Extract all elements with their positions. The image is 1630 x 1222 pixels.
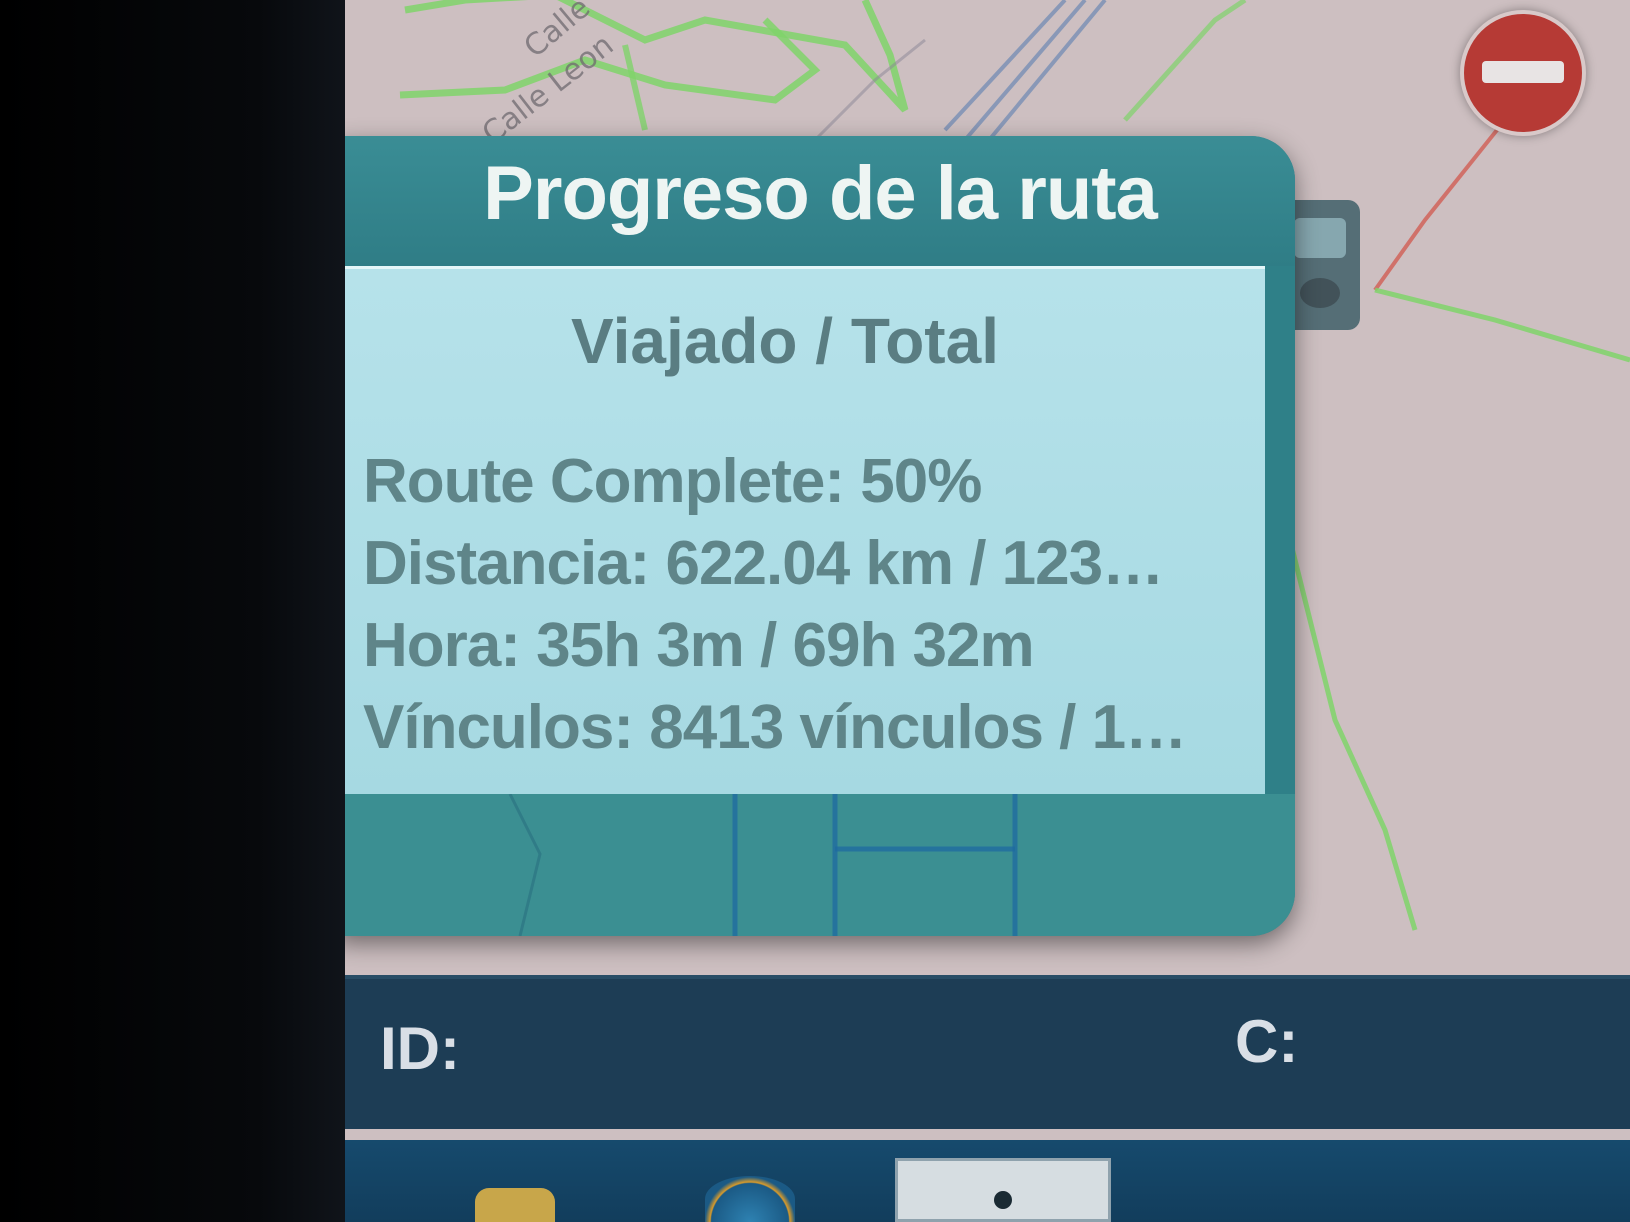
route-progress-dialog[interactable]: Progreso de la ruta Viajado / Total Rout… (345, 136, 1295, 936)
globe-icon[interactable] (705, 1176, 795, 1222)
no-entry-bar (1482, 61, 1564, 83)
map-window-dot (994, 1191, 1012, 1209)
dialog-body: Viajado / Total Route Complete: 50% Dist… (345, 266, 1265, 797)
dialog-footer[interactable] (345, 794, 1295, 936)
time-line: Hora: 35h 3m / 69h 32m (363, 611, 1035, 680)
vehicle-wheel (1300, 278, 1340, 308)
c-label: C: (1235, 1008, 1299, 1075)
map-window-icon[interactable] (895, 1158, 1111, 1222)
traveled-total-heading: Viajado / Total (571, 305, 999, 377)
links-line: Vínculos: 8413 vínculos / 1… (363, 693, 1187, 762)
dialog-header: Progreso de la ruta (345, 136, 1295, 266)
no-entry-icon[interactable] (1460, 10, 1586, 136)
footer-map-preview (508, 794, 1018, 936)
route-stats: Route Complete: 50% Distancia: 622.04 km… (363, 441, 1243, 769)
folder-icon[interactable] (475, 1188, 555, 1222)
device-bezel (0, 0, 345, 1222)
device-screen: Calle Calle Leon Progreso de la ruta Via… (345, 0, 1630, 1222)
dialog-title: Progreso de la ruta (483, 151, 1158, 236)
id-label: ID: (380, 1015, 460, 1082)
vehicle-window (1294, 218, 1346, 258)
taskbar (345, 1140, 1630, 1222)
distance-line: Distancia: 622.04 km / 123… (363, 529, 1164, 598)
route-complete-line: Route Complete: 50% (363, 447, 982, 516)
status-bar: ID: C: (345, 975, 1630, 1129)
